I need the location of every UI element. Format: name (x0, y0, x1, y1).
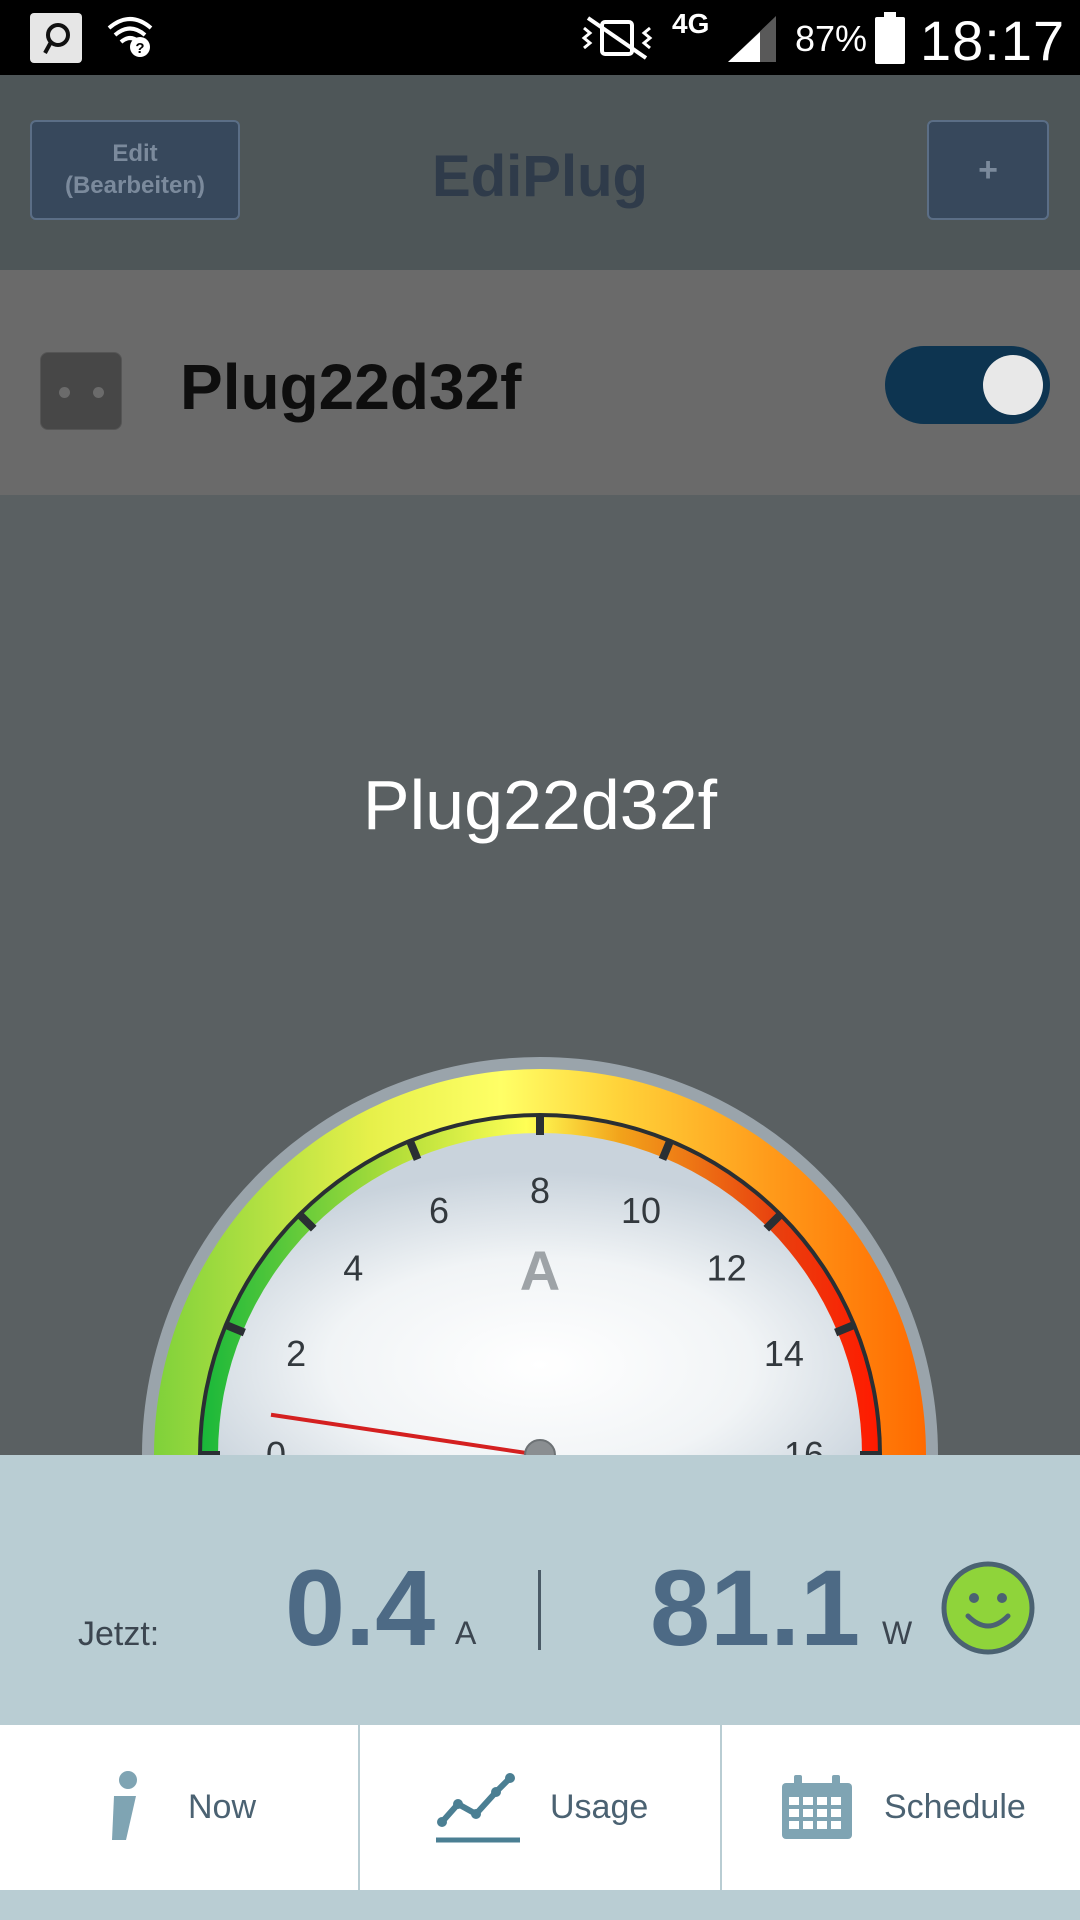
vibrate-mute-icon (581, 16, 653, 60)
now-label: Jetzt: (78, 1615, 160, 1653)
gauge-tick-label: 14 (764, 1333, 804, 1374)
gauge-tick-label: 6 (429, 1190, 449, 1231)
power-value: 81.1 (650, 1547, 861, 1668)
bottom-strip (0, 1890, 1080, 1920)
network-type: 4G (672, 8, 710, 39)
current-value: 0.4 (285, 1547, 436, 1668)
device-list-item[interactable]: Plug22d32f (0, 270, 1080, 495)
current-gauge: 0 2 4 6 8 10 12 14 16 A (142, 1057, 938, 1455)
gauge-tick-label: 8 (530, 1170, 550, 1211)
tab-now[interactable]: Now (0, 1725, 358, 1890)
current-unit: A (455, 1615, 477, 1651)
edit-button[interactable]: Edit (Bearbeiten) (30, 120, 240, 220)
signal-icon (728, 16, 776, 62)
gauge-tick-label: 16 (784, 1434, 824, 1455)
smiley-status-icon (941, 1561, 1035, 1655)
notification-app-icon (30, 13, 82, 63)
power-unit: W (882, 1615, 913, 1651)
gauge-tick-label: 4 (343, 1247, 363, 1288)
tab-usage-label: Usage (550, 1788, 649, 1826)
battery-icon (875, 12, 905, 64)
svg-text:?: ? (135, 40, 144, 57)
app-title: EdiPlug (432, 144, 648, 209)
readings-divider (538, 1570, 541, 1650)
gauge-tick-label: 10 (621, 1190, 661, 1231)
gauge-tick-label: 0 (266, 1434, 286, 1455)
tab-now-label: Now (188, 1788, 257, 1826)
edit-button-sublabel: (Bearbeiten) (64, 172, 206, 199)
main-panel: Plug22d32f 0 2 4 6 8 10 12 14 16 A (0, 495, 1080, 1455)
clock: 18:17 (920, 9, 1066, 72)
info-icon (112, 1770, 137, 1840)
gauge-tick-label: 12 (707, 1247, 747, 1288)
status-bar: ? 4G 87% 18:17 (0, 0, 1080, 75)
tab-schedule-label: Schedule (884, 1788, 1026, 1826)
toggle-knob (983, 355, 1043, 415)
gauge-unit-label: A (520, 1239, 560, 1302)
tab-usage[interactable]: Usage (360, 1725, 720, 1890)
gauge-tick-label: 2 (286, 1333, 306, 1374)
edit-button-label: Edit (112, 140, 158, 167)
power-toggle[interactable] (885, 346, 1050, 424)
add-device-button[interactable]: + (927, 120, 1049, 220)
chart-line-icon (436, 1772, 520, 1842)
device-name: Plug22d32f (180, 351, 522, 423)
wifi-icon: ? (107, 17, 153, 57)
plug-icon (40, 352, 122, 430)
calendar-icon (782, 1774, 852, 1839)
battery-percent: 87% (795, 18, 868, 59)
readings-panel: Jetzt: 0.4 A 81.1 W (0, 1455, 1080, 1725)
bottom-nav: Now Usage Schedule (0, 1725, 1080, 1890)
app-header: Edit (Bearbeiten) EdiPlug + (0, 75, 1080, 270)
tab-schedule[interactable]: Schedule (722, 1725, 1080, 1890)
